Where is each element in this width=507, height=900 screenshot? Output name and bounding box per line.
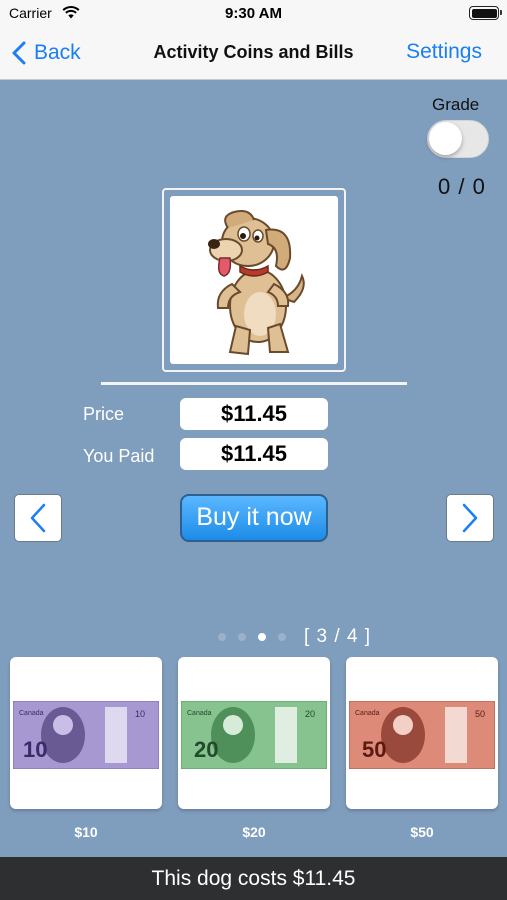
item-image-frame <box>162 188 346 372</box>
score-counter: 0 / 0 <box>438 174 486 199</box>
bill-label-20: $20 <box>242 824 266 840</box>
bill-card-20[interactable]: 20 Canada 20 <box>178 657 330 809</box>
price-label: Price <box>83 404 125 424</box>
page-dot[interactable] <box>218 633 226 641</box>
bill-label-10: $10 <box>74 824 98 840</box>
paid-value: $11.45 <box>180 438 328 470</box>
page-dot[interactable] <box>238 633 246 641</box>
divider <box>101 382 407 385</box>
price-value: $11.45 <box>180 398 328 430</box>
grade-label: Grade <box>432 95 480 114</box>
svg-text:Canada: Canada <box>187 710 212 717</box>
grade-toggle[interactable] <box>427 120 489 158</box>
footer-message: This dog costs $11.45 <box>0 857 507 900</box>
svg-text:Canada: Canada <box>355 710 380 717</box>
bill-card-50[interactable]: 50 Canada 50 <box>346 657 498 809</box>
chevron-right-icon <box>461 503 479 533</box>
bill-denomination: 50 <box>362 737 387 762</box>
page-dot[interactable] <box>278 633 286 641</box>
svg-text:50: 50 <box>475 709 485 719</box>
paid-label: You Paid <box>83 446 155 466</box>
dog-image <box>170 196 338 364</box>
bill-denomination: 20 <box>194 737 219 762</box>
chevron-left-icon <box>29 503 47 533</box>
svg-text:20: 20 <box>305 709 315 719</box>
settings-button[interactable]: Settings <box>406 40 482 64</box>
page-indicator: [ 3 / 4 ] <box>218 624 371 650</box>
battery-icon <box>469 6 502 20</box>
buy-now-button[interactable]: Buy it now <box>180 494 328 542</box>
navigation-bar: Back Activity Coins and Bills Settings <box>0 26 507 80</box>
status-bar: Carrier 9:30 AM <box>0 0 507 26</box>
svg-text:Canada: Canada <box>19 710 44 717</box>
page-counter: [ 3 / 4 ] <box>304 626 372 647</box>
svg-text:10: 10 <box>135 709 145 719</box>
toggle-knob <box>429 122 462 155</box>
previous-item-button[interactable] <box>14 494 62 542</box>
next-item-button[interactable] <box>446 494 494 542</box>
page-dot-current[interactable] <box>258 633 266 641</box>
status-time: 9:30 AM <box>225 5 282 22</box>
bill-card-10[interactable]: 10 Canada 10 <box>10 657 162 809</box>
bill-denomination: 10 <box>23 737 48 762</box>
bill-label-50: $50 <box>410 824 434 840</box>
